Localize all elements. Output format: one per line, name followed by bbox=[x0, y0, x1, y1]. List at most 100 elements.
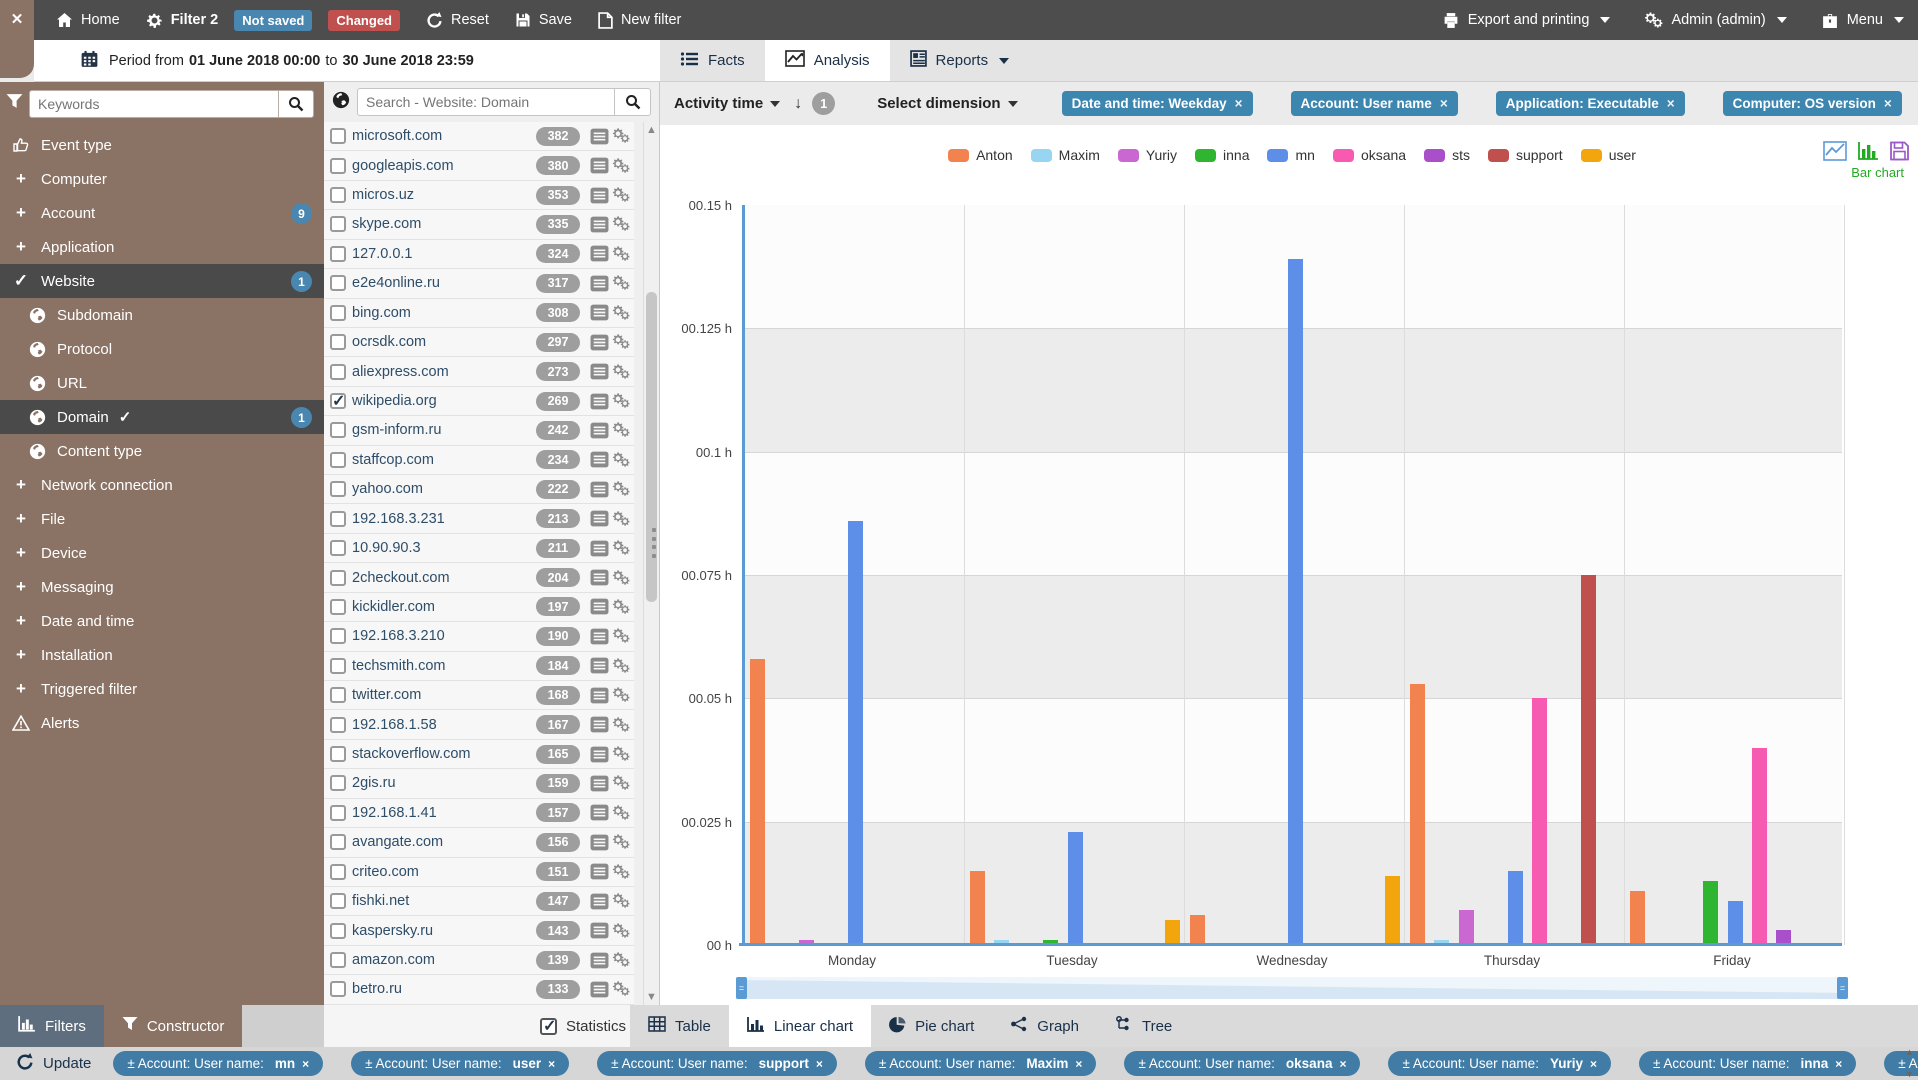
domain-checkbox[interactable] bbox=[330, 805, 346, 821]
reset-button[interactable]: Reset bbox=[426, 12, 489, 29]
details-icon[interactable] bbox=[590, 716, 609, 733]
settings-gears-icon[interactable] bbox=[612, 187, 630, 203]
measure-dropdown[interactable]: Activity time bbox=[674, 95, 780, 112]
settings-gears-icon[interactable] bbox=[612, 246, 630, 262]
line-chart-icon[interactable] bbox=[1823, 141, 1847, 161]
domain-checkbox[interactable] bbox=[330, 687, 346, 703]
scroll-down-arrow[interactable]: ▼ bbox=[1903, 1069, 1916, 1079]
bar-support-thursday[interactable] bbox=[1581, 575, 1596, 945]
dimension-chip[interactable]: Date and time: Weekday× bbox=[1062, 91, 1253, 116]
details-icon[interactable] bbox=[590, 598, 609, 615]
tab-table[interactable]: Table bbox=[630, 1005, 729, 1047]
bar-user-wednesday[interactable] bbox=[1385, 876, 1400, 945]
range-handle-left[interactable]: = bbox=[736, 977, 747, 999]
remove-chip-icon[interactable]: × bbox=[302, 1057, 309, 1071]
settings-gears-icon[interactable] bbox=[612, 981, 630, 997]
scroll-up-arrow[interactable]: ▲ bbox=[644, 122, 659, 138]
domain-checkbox[interactable] bbox=[330, 570, 346, 586]
details-icon[interactable] bbox=[590, 157, 609, 174]
details-icon[interactable] bbox=[590, 304, 609, 321]
settings-gears-icon[interactable] bbox=[612, 893, 630, 909]
settings-gears-icon[interactable] bbox=[612, 687, 630, 703]
settings-gears-icon[interactable] bbox=[612, 599, 630, 615]
account-chip-user[interactable]: ± Account: User name:user× bbox=[351, 1051, 569, 1076]
domain-checkbox[interactable] bbox=[330, 511, 346, 527]
save-button[interactable]: Save bbox=[515, 12, 572, 28]
bar-mn-thursday[interactable] bbox=[1508, 871, 1523, 945]
details-icon[interactable] bbox=[590, 746, 609, 763]
domain-checkbox[interactable] bbox=[330, 128, 346, 144]
sidebar-item-file[interactable]: +File bbox=[0, 502, 324, 536]
save-chart-icon[interactable] bbox=[1889, 141, 1910, 161]
tab-facts[interactable]: Facts bbox=[660, 40, 765, 81]
domain-checkbox[interactable] bbox=[330, 393, 346, 409]
sidebar-item-domain[interactable]: Domain✓1 bbox=[0, 400, 324, 434]
new-filter-button[interactable]: New filter bbox=[598, 12, 681, 29]
home-button[interactable]: Home bbox=[56, 12, 120, 28]
bar-yuriy-thursday[interactable] bbox=[1459, 910, 1474, 945]
details-icon[interactable] bbox=[590, 952, 609, 969]
domain-checkbox[interactable] bbox=[330, 864, 346, 880]
sidebar-item-content-type[interactable]: Content type bbox=[0, 434, 324, 468]
dimension-chip[interactable]: Computer: OS version× bbox=[1723, 91, 1902, 116]
domain-checkbox[interactable] bbox=[330, 981, 346, 997]
menu-button[interactable]: Menu bbox=[1821, 12, 1904, 29]
details-icon[interactable] bbox=[590, 393, 609, 410]
tab-analysis[interactable]: Analysis bbox=[765, 40, 890, 81]
domain-search-button[interactable] bbox=[615, 88, 651, 116]
bar-anton-friday[interactable] bbox=[1630, 891, 1645, 945]
filter-button[interactable]: Filter 2 Not saved Changed bbox=[146, 10, 400, 31]
range-handle-right[interactable]: = bbox=[1837, 977, 1848, 999]
domain-checkbox[interactable] bbox=[330, 158, 346, 174]
select-dimension-dropdown[interactable]: Select dimension bbox=[877, 95, 1017, 112]
domain-checkbox[interactable] bbox=[330, 187, 346, 203]
update-button[interactable]: Update bbox=[16, 1053, 91, 1075]
details-icon[interactable] bbox=[590, 451, 609, 468]
bar-mn-tuesday[interactable] bbox=[1068, 832, 1083, 945]
settings-gears-icon[interactable] bbox=[612, 511, 630, 527]
legend-item-sts[interactable]: sts bbox=[1424, 147, 1470, 163]
details-icon[interactable] bbox=[590, 540, 609, 557]
keywords-search-button[interactable] bbox=[278, 90, 314, 118]
domain-checkbox[interactable] bbox=[330, 746, 346, 762]
admin-menu[interactable]: Admin (admin) bbox=[1644, 12, 1786, 29]
domain-checkbox[interactable] bbox=[330, 923, 346, 939]
export-printing-menu[interactable]: Export and printing bbox=[1442, 12, 1611, 29]
domain-checkbox[interactable] bbox=[330, 540, 346, 556]
column-resize-handle[interactable] bbox=[652, 528, 657, 558]
settings-gears-icon[interactable] bbox=[612, 364, 630, 380]
domain-checkbox[interactable] bbox=[330, 775, 346, 791]
details-icon[interactable] bbox=[590, 893, 609, 910]
legend-item-support[interactable]: support bbox=[1488, 147, 1563, 163]
sidebar-item-account[interactable]: +Account9 bbox=[0, 196, 324, 230]
sidebar-item-date-and-time[interactable]: +Date and time bbox=[0, 604, 324, 638]
legend-item-maxim[interactable]: Maxim bbox=[1031, 147, 1100, 163]
legend-item-user[interactable]: user bbox=[1581, 147, 1636, 163]
domain-checkbox[interactable] bbox=[330, 364, 346, 380]
bar-mn-wednesday[interactable] bbox=[1288, 259, 1303, 945]
settings-gears-icon[interactable] bbox=[612, 952, 630, 968]
domain-checkbox[interactable] bbox=[330, 717, 346, 733]
remove-chip-icon[interactable]: × bbox=[1884, 96, 1892, 111]
scroll-up-arrow[interactable]: ▲ bbox=[1903, 1047, 1916, 1057]
details-icon[interactable] bbox=[590, 334, 609, 351]
details-icon[interactable] bbox=[590, 245, 609, 262]
range-track[interactable] bbox=[736, 977, 1848, 999]
bar-anton-tuesday[interactable] bbox=[970, 871, 985, 945]
sidebar-item-computer[interactable]: +Computer bbox=[0, 162, 324, 196]
collapse-sidebar-button[interactable]: ✕ bbox=[0, 0, 34, 78]
settings-gears-icon[interactable] bbox=[612, 805, 630, 821]
details-icon[interactable] bbox=[590, 216, 609, 233]
bar-chart-icon[interactable] bbox=[1857, 141, 1879, 161]
remove-chip-icon[interactable]: × bbox=[1440, 96, 1448, 111]
tab-filters[interactable]: Filters bbox=[0, 1005, 104, 1047]
remove-chip-icon[interactable]: × bbox=[1235, 96, 1243, 111]
details-icon[interactable] bbox=[590, 922, 609, 939]
tab-tree[interactable]: Tree bbox=[1097, 1005, 1190, 1047]
settings-gears-icon[interactable] bbox=[612, 334, 630, 350]
sort-direction-button[interactable]: ↓ bbox=[794, 95, 802, 113]
sidebar-item-network-connection[interactable]: +Network connection bbox=[0, 468, 324, 502]
sidebar-item-alerts[interactable]: Alerts bbox=[0, 706, 324, 740]
remove-chip-icon[interactable]: × bbox=[548, 1057, 555, 1071]
remove-chip-icon[interactable]: × bbox=[1339, 1057, 1346, 1071]
